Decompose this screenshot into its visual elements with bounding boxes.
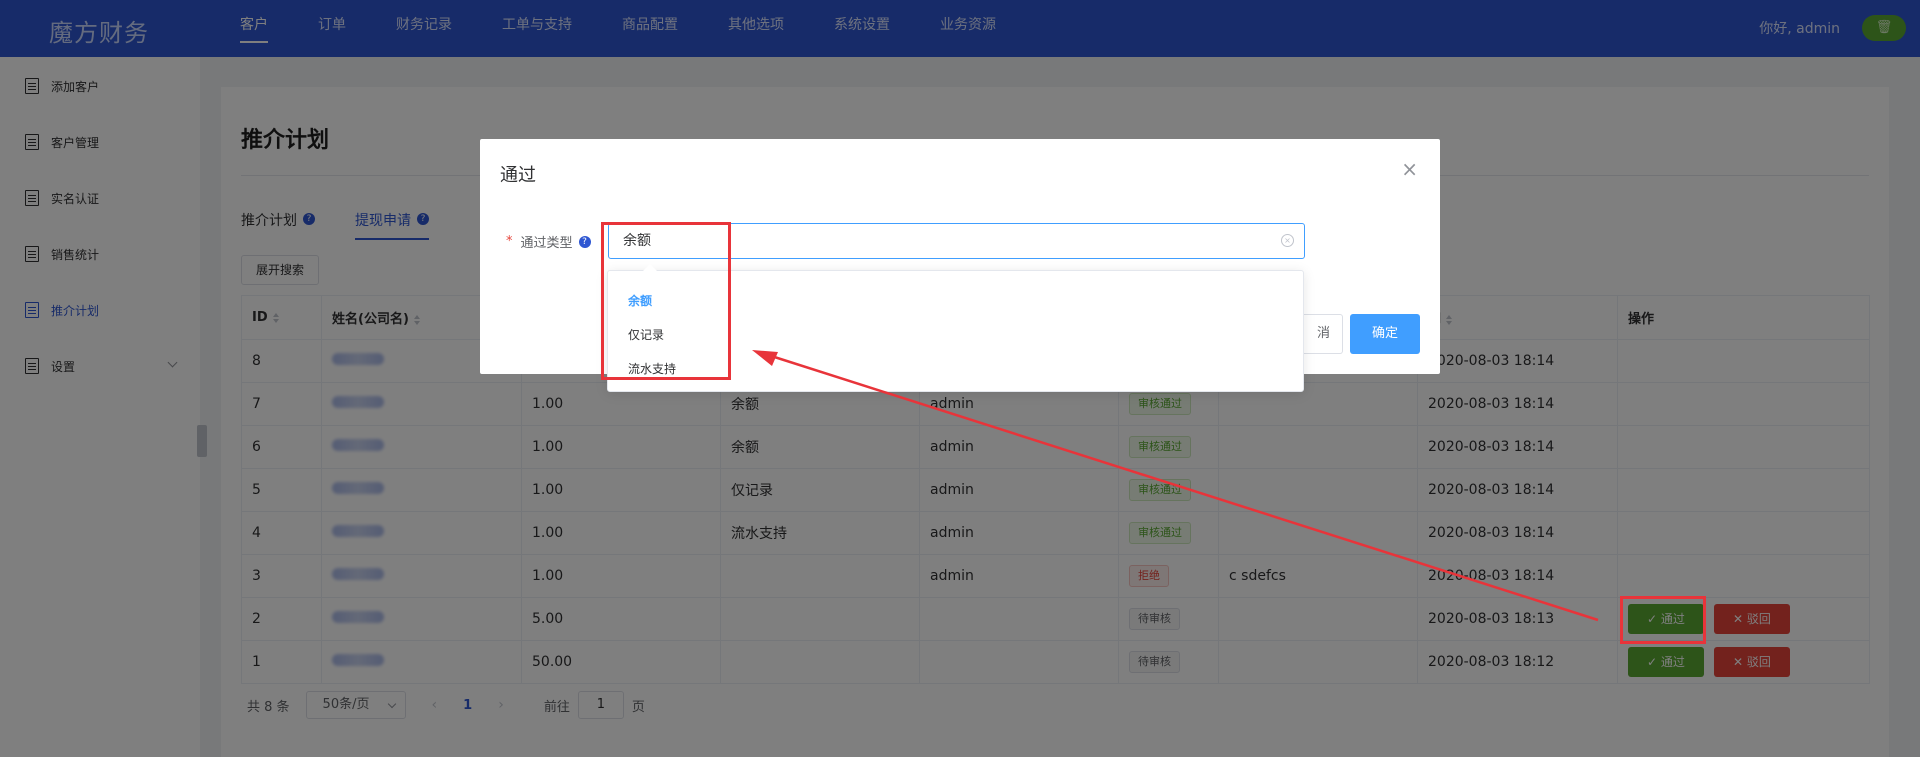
pass-type-label: * 通过类型 ?: [506, 232, 591, 251]
close-icon[interactable]: ×: [1401, 157, 1418, 181]
confirm-button[interactable]: 确定: [1350, 314, 1420, 354]
help-icon[interactable]: ?: [578, 235, 591, 248]
clear-icon[interactable]: ×: [1281, 234, 1294, 247]
annotation-box-pass-button: [1620, 596, 1706, 644]
dialog-title: 通过: [500, 165, 536, 186]
annotation-box-dropdown: [601, 222, 731, 380]
required-mark: *: [506, 234, 513, 249]
